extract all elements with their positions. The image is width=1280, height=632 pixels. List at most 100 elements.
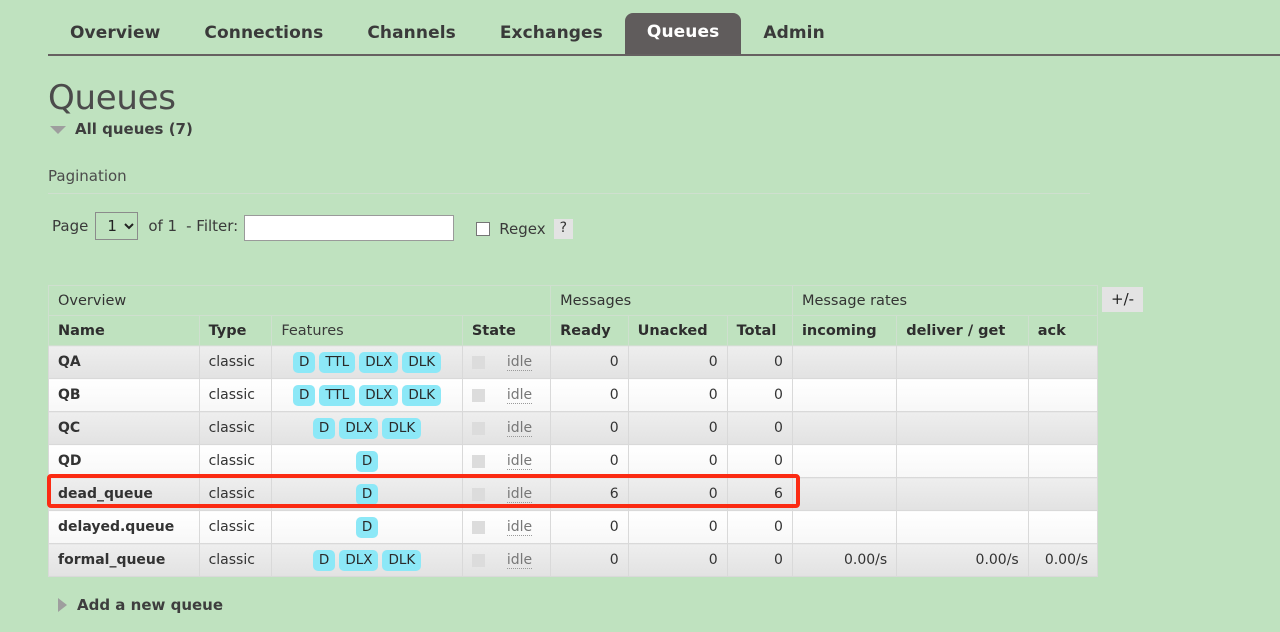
add-new-queue-toggle[interactable]: Add a new queue — [58, 596, 223, 614]
column-header-unacked[interactable]: Unacked — [627, 315, 728, 346]
filter-input[interactable] — [244, 215, 455, 241]
state-indicator-icon — [471, 421, 485, 435]
all-queues-toggle[interactable]: All queues (7) — [50, 120, 193, 138]
regex-help-icon[interactable]: ? — [553, 219, 574, 239]
unacked-cell: 0 — [627, 411, 728, 445]
total-cell: 0 — [726, 411, 793, 445]
tab-exchanges[interactable]: Exchanges — [478, 14, 625, 54]
queue-type-cell: classic — [198, 543, 273, 577]
page-count-label: of 1 — [148, 217, 178, 235]
tab-label[interactable]: Overview — [48, 14, 182, 54]
table-row: QC classic D DLX DLK idle 0 0 0 — [48, 411, 1099, 445]
feature-badge: DLK — [402, 384, 442, 406]
column-header-type[interactable]: Type — [198, 315, 273, 346]
deliver-get-rate-cell — [896, 411, 1029, 445]
state-wrapper: idle — [471, 552, 541, 569]
column-header-total[interactable]: Total — [726, 315, 793, 346]
total-cell: 0 — [726, 444, 793, 478]
queue-type-cell: classic — [198, 510, 273, 544]
add-new-queue-label: Add a new queue — [77, 596, 224, 614]
total-cell: 0 — [726, 543, 793, 577]
state-label: idle — [506, 419, 533, 437]
feature-badge: D — [355, 483, 379, 505]
feature-badge: D — [293, 384, 316, 406]
queue-state-cell: idle — [461, 477, 552, 511]
feature-badge: DLX — [339, 549, 379, 571]
state-wrapper: idle — [471, 519, 541, 536]
state-label: idle — [506, 386, 533, 404]
queue-state-cell: idle — [461, 444, 552, 478]
queue-name-cell[interactable]: QA — [48, 345, 200, 379]
ack-rate-cell — [1027, 345, 1099, 379]
queue-features-cell: D DLX DLK — [271, 543, 463, 577]
tab-admin[interactable]: Admin — [741, 14, 846, 54]
state-indicator-icon — [471, 487, 485, 501]
page-select[interactable]: 1 — [95, 212, 139, 240]
tab-channels[interactable]: Channels — [345, 14, 478, 54]
tab-label[interactable]: Exchanges — [478, 14, 625, 54]
ready-cell: 0 — [550, 378, 629, 412]
deliver-get-rate-cell — [896, 477, 1029, 511]
column-group-header-row: Overview Messages Message rates — [47, 285, 1099, 316]
page-label: Page — [52, 217, 89, 235]
ack-rate-cell — [1027, 510, 1099, 544]
queue-state-cell: idle — [461, 345, 552, 379]
queue-features-cell: D DLX DLK — [271, 411, 463, 445]
incoming-rate-cell — [791, 477, 898, 511]
unacked-cell: 0 — [627, 477, 728, 511]
tab-queues[interactable]: Queues — [624, 13, 742, 54]
feature-badge: D — [355, 450, 379, 472]
state-indicator-icon — [471, 388, 485, 402]
tab-label[interactable]: Channels — [345, 14, 478, 54]
queues-table-body: QA classic D TTL DLX DLK idle 0 0 0 QB classic D TTL D… — [48, 345, 1099, 577]
queue-state-cell: idle — [461, 378, 552, 412]
queues-table: Overview Messages Message rates Name Type Fe… — [47, 285, 1099, 577]
all-queues-label: All queues (7) — [75, 120, 193, 138]
state-wrapper: idle — [471, 419, 541, 437]
queue-features-cell: D TTL DLX DLK — [271, 345, 463, 379]
table-row: dead_queue classic Didle 6 0 6 — [48, 477, 1099, 511]
state-indicator-icon — [471, 520, 485, 534]
deliver-get-rate-cell — [896, 345, 1029, 379]
nav-underline — [48, 54, 1280, 56]
pagination-heading: Pagination — [48, 167, 127, 185]
queue-name-cell[interactable]: QB — [48, 378, 200, 412]
queue-name-cell[interactable]: formal_queue — [48, 543, 200, 577]
ack-rate-cell — [1027, 477, 1099, 511]
total-cell: 0 — [726, 345, 793, 379]
column-header-ready[interactable]: Ready — [550, 315, 629, 346]
deliver-get-rate-cell: 0.00/s — [896, 543, 1029, 577]
tab-label[interactable]: Connections — [182, 14, 345, 54]
incoming-rate-cell — [791, 411, 898, 445]
table-row: formal_queue classic D DLX DLK idle 0 0 0 0.00/s 0… — [48, 543, 1099, 577]
column-header-state[interactable]: State — [461, 315, 552, 346]
deliver-get-rate-cell — [896, 510, 1029, 544]
ready-cell: 0 — [550, 411, 629, 445]
column-header-row: Name Type Features State Ready Unacked Total in… — [48, 315, 1099, 346]
queue-name-cell[interactable]: QD — [48, 444, 200, 478]
column-header-deliver-get[interactable]: deliver / get — [896, 315, 1029, 346]
queue-name-cell[interactable]: dead_queue — [48, 477, 200, 511]
main-navigation: Overview Connections Channels Exchanges Queu… — [0, 0, 1280, 56]
unacked-cell: 0 — [627, 444, 728, 478]
queue-type-cell: classic — [198, 477, 273, 511]
chevron-down-icon — [50, 126, 66, 134]
regex-checkbox[interactable] — [476, 222, 491, 236]
table-row: delayed.queue classic Didle 0 0 0 — [48, 510, 1099, 544]
tab-connections[interactable]: Connections — [182, 14, 345, 54]
total-cell: 0 — [726, 510, 793, 544]
queue-name-cell[interactable]: delayed.queue — [48, 510, 200, 544]
queues-table-head: Overview Messages Message rates Name Type Fe… — [47, 285, 1099, 346]
tab-label[interactable]: Admin — [741, 14, 846, 54]
incoming-rate-cell — [791, 345, 898, 379]
columns-toggle-button[interactable]: +/- — [1102, 287, 1144, 312]
deliver-get-rate-cell — [896, 378, 1029, 412]
feature-badge: TTL — [319, 351, 356, 373]
tab-overview[interactable]: Overview — [48, 14, 182, 54]
queue-name-cell[interactable]: QC — [48, 411, 200, 445]
column-header-incoming[interactable]: incoming — [791, 315, 898, 346]
column-header-name[interactable]: Name — [48, 315, 200, 346]
tab-label[interactable]: Queues — [624, 13, 742, 54]
ack-rate-cell — [1027, 411, 1099, 445]
column-header-ack[interactable]: ack — [1027, 315, 1099, 346]
